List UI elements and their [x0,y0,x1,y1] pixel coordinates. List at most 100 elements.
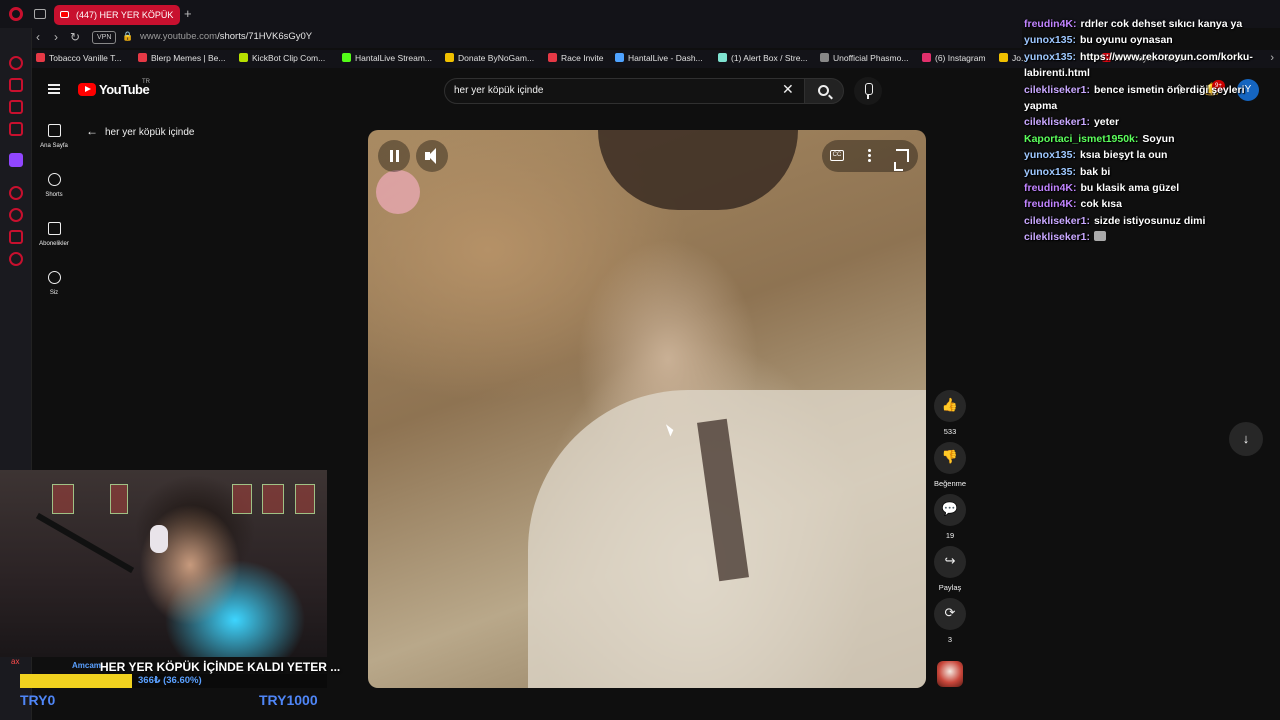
player-icon[interactable] [9,186,23,200]
bookmark-favicon-icon [548,53,557,62]
search-button[interactable] [804,78,844,104]
reload-icon[interactable]: ↻ [70,30,80,44]
search-input[interactable]: her yer köpük içinde [444,78,806,104]
bookmark-favicon-icon [138,53,147,62]
bookmark-item[interactable]: (6) Instagram [922,53,986,63]
bookmark-label: Donate ByNoGam... [458,53,535,63]
chat-message: freudin4K: rdrler cok dehset sıkıcı kanya… [1024,16,1269,32]
search-back-link[interactable]: ← her yer köpük içinde [86,124,195,138]
bookmark-item[interactable]: HantalLive Stream... [342,53,432,63]
chat-message: yunox135: ksıa bieşyt la oun [1024,147,1269,163]
captions-icon[interactable]: CC [830,150,844,161]
chat-message: freudin4K: bu klasik ama güzel [1024,180,1269,196]
bookmark-item[interactable]: Unofficial Phasmo... [820,53,908,63]
shorts-video-player[interactable]: CC [368,130,926,688]
bookmark-item[interactable]: KickBot Clip Com... [239,53,325,63]
vpn-badge[interactable]: VPN [92,31,117,44]
share-button[interactable]: ↪ Paylaş [933,546,967,592]
fullscreen-icon[interactable] [894,149,909,171]
like-button[interactable]: 👍 533 [933,390,967,436]
sidebar-icon-1[interactable] [9,56,23,70]
stream-chat-overlay: freudin4K: rdrler cok dehset sıkıcı kanya… [1024,16,1269,246]
player-top-controls: CC [822,140,918,172]
twitch-icon[interactable] [9,153,23,167]
bookmark-favicon-icon [999,53,1008,62]
bookmark-label: (1) Alert Box / Stre... [731,53,808,63]
chat-username[interactable]: yunox135: [1024,149,1076,161]
bookmark-label: HantalLive - Dash... [628,53,703,63]
dislike-label: Beğenme [933,479,967,488]
bookmark-label: Race Invite [561,53,604,63]
chat-username[interactable]: cilekliseker1: [1024,84,1090,96]
clear-search-icon[interactable]: ✕ [782,82,794,96]
donation-progress-text: 366₺ (36.60%) [138,675,202,686]
wall-poster [295,484,315,514]
pause-button[interactable] [378,140,410,172]
forward-arrow-icon[interactable]: › [54,30,58,44]
menu-icon[interactable] [48,84,60,94]
shorts-icon [47,173,61,186]
chat-username[interactable]: cilekliseker1: [1024,231,1090,243]
bookmark-label: Unofficial Phasmo... [833,53,909,63]
guide-item-you[interactable]: Siz [32,271,76,296]
comment-icon: 💬 [941,501,959,516]
guide-item-subscriptions[interactable]: Abonelikler [32,222,76,247]
back-arrow-icon[interactable]: ‹ [36,30,40,44]
chat-username[interactable]: freudin4K: [1024,198,1077,210]
history-icon[interactable] [9,208,23,222]
bookmark-favicon-icon [718,53,727,62]
settings-icon[interactable] [9,252,23,266]
chat-username[interactable]: freudin4K: [1024,182,1077,194]
bookmark-item[interactable]: Donate ByNoGam... [445,53,534,63]
voice-search-button[interactable] [854,77,882,105]
bookmarks-more-icon[interactable]: › [1270,52,1274,64]
bookmarks-icon[interactable] [9,230,23,244]
next-short-button[interactable]: ↓ [1229,422,1263,456]
bookmark-item[interactable]: Tobacco Vanille T... [36,53,121,63]
remix-count: 3 [947,635,953,644]
chat-text: cok kısa [1080,198,1122,211]
guide-item-home[interactable]: Ana Sayfa [32,124,76,149]
bookmark-item[interactable]: HantalLive - Dash... [615,53,703,63]
chat-message: cilekliseker1: [1024,229,1269,245]
chat-text: Soyun [1142,132,1175,145]
chat-message: freudin4K: cok kısa [1024,196,1269,212]
sidebar-icon-2[interactable] [9,78,23,92]
chat-username[interactable]: cilekliseker1: [1024,116,1090,128]
messenger-icon[interactable] [9,100,23,114]
chat-message: Kaportaci_ismet1950k: Soyun [1024,131,1269,147]
guide-label: Ana Sayfa [40,143,68,149]
chat-text: rdrler cok dehset sıkıcı kanya ya [1080,18,1243,30]
opera-logo-icon[interactable] [9,7,23,21]
bookmark-item[interactable]: (1) Alert Box / Stre... [718,53,808,63]
remix-icon: ⟳ [944,605,956,620]
sidebar-icon-4[interactable] [9,122,23,136]
lock-icon[interactable]: 🔒 [122,31,133,42]
dislike-button[interactable]: 👎 Beğenme [933,442,967,488]
bookmark-item[interactable]: Blerp Memes | Be... [138,53,225,63]
guide-label: Abonelikler [39,241,69,247]
chat-username[interactable]: yunox135: [1024,51,1076,63]
overlay-tag: ax [11,657,20,666]
guide-item-shorts[interactable]: Shorts [32,173,76,198]
new-tab-button[interactable]: + [184,6,192,21]
chat-username[interactable]: freudin4K: [1024,18,1077,30]
tab-islands-icon[interactable] [34,9,46,19]
country-code: TR [142,79,150,85]
bookmark-item[interactable]: Race Invite [548,53,604,63]
chat-username[interactable]: cilekliseker1: [1024,215,1090,227]
chat-username[interactable]: Kaportaci_ismet1950k: [1024,133,1138,145]
chat-message: yunox135: bak bi [1024,164,1269,180]
more-options-icon[interactable] [868,149,871,152]
chat-username[interactable]: yunox135: [1024,166,1076,178]
bookmark-favicon-icon [820,53,829,62]
url-field[interactable]: www.youtube.com/shorts/71HVK6sGy0Y [140,31,312,42]
channel-avatar[interactable] [937,661,963,687]
comments-button[interactable]: 💬 19 [933,494,967,540]
active-tab[interactable]: (447) HER YER KÖPÜK [54,5,180,25]
volume-button[interactable] [416,140,448,172]
wall-poster [52,484,74,514]
remix-button[interactable]: ⟳ 3 [933,598,967,644]
chat-username[interactable]: yunox135: [1024,34,1076,46]
goal-min-label: TRY0 [20,692,56,708]
